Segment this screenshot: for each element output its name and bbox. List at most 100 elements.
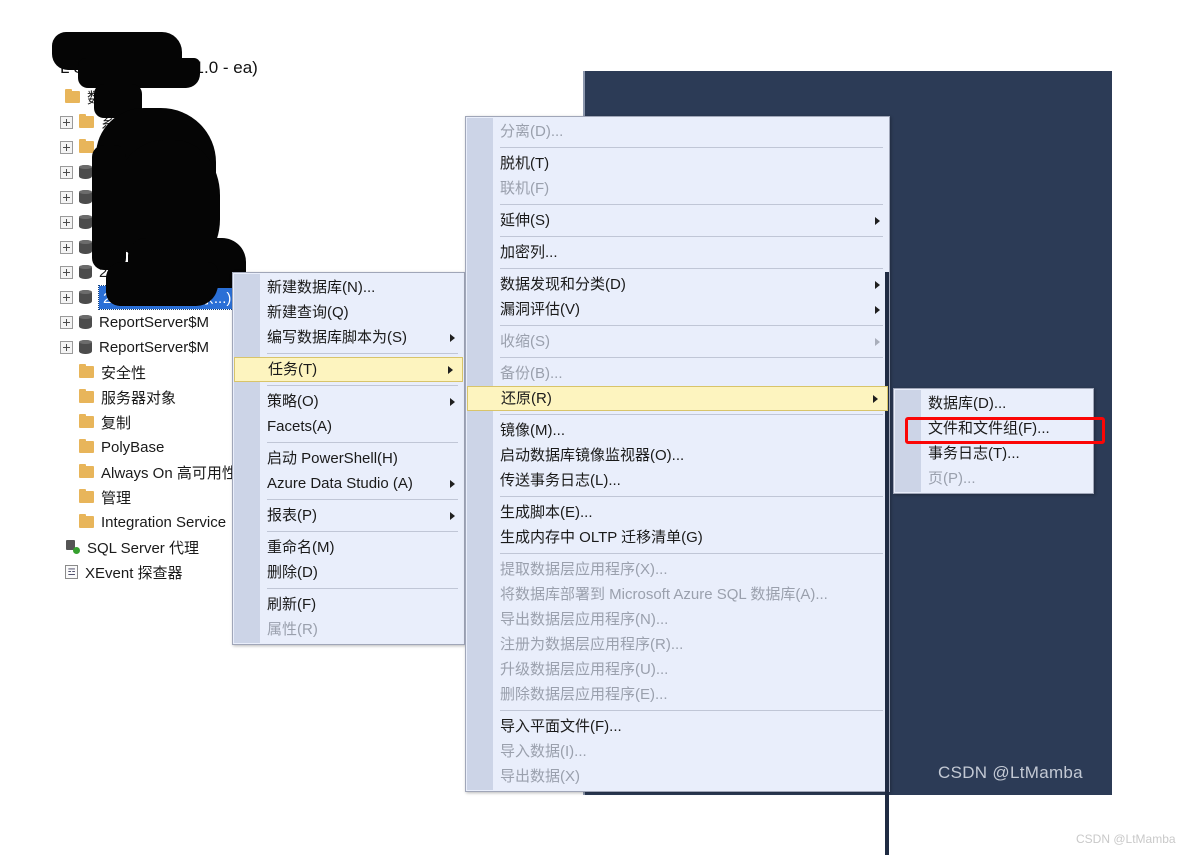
folder-icon bbox=[79, 439, 94, 453]
submenu-arrow-icon bbox=[450, 397, 455, 406]
tree-node[interactable]: Always On 高可用性 bbox=[60, 460, 237, 484]
database-icon bbox=[79, 340, 92, 354]
expand-plus-icon[interactable] bbox=[60, 215, 73, 229]
menu-tasks-item[interactable]: 导入平面文件(F)... bbox=[466, 714, 889, 739]
menu-database-item[interactable]: 新建查询(Q) bbox=[233, 300, 464, 325]
menu-database-item[interactable]: 删除(D) bbox=[233, 560, 464, 585]
database-icon bbox=[79, 240, 92, 254]
menu-item-label: 任务(T) bbox=[268, 361, 318, 378]
menu-item-label: Facets(A) bbox=[267, 418, 333, 435]
menu-database-item[interactable]: 编写数据库脚本为(S) bbox=[233, 325, 464, 350]
tree-node[interactable]: 复制 bbox=[60, 410, 131, 434]
menu-item-label: 新建查询(Q) bbox=[267, 304, 349, 321]
menu-separator bbox=[500, 553, 883, 554]
menu-database-item[interactable]: 重命名(M) bbox=[233, 535, 464, 560]
menu-database-item[interactable]: 报表(P) bbox=[233, 503, 464, 528]
redaction-blob bbox=[92, 145, 126, 270]
database-icon bbox=[79, 315, 92, 329]
expand-plus-icon[interactable] bbox=[60, 265, 73, 279]
expand-plus-icon[interactable] bbox=[60, 315, 73, 329]
menu-database-item[interactable]: 启动 PowerShell(H) bbox=[233, 446, 464, 471]
expand-plus-icon[interactable] bbox=[60, 165, 73, 179]
tree-node[interactable]: ReportServer$M bbox=[60, 335, 209, 359]
submenu-arrow-icon bbox=[875, 305, 880, 314]
tree-node[interactable]: ☲ XEvent 探查器 bbox=[46, 560, 183, 584]
menu-item-label: 页(P)... bbox=[928, 470, 976, 487]
menu-items: 新建数据库(N)... 新建查询(Q) 编写数据库脚本为(S) 任务(T) 策略(O) F… bbox=[233, 275, 464, 642]
expand-plus-icon[interactable] bbox=[60, 115, 73, 129]
menu-item-label: 将数据库部署到 Microsoft Azure SQL 数据库(A)... bbox=[500, 586, 828, 603]
menu-tasks-item[interactable]: 启动数据库镜像监视器(O)... bbox=[466, 443, 889, 468]
menu-tasks-item[interactable]: 数据发现和分类(D) bbox=[466, 272, 889, 297]
menu-separator bbox=[500, 710, 883, 711]
tree-node-label: ReportServer$M bbox=[99, 338, 210, 356]
tree-node[interactable]: PolyBase bbox=[60, 435, 164, 459]
database-icon bbox=[79, 215, 92, 229]
menu-separator bbox=[267, 588, 458, 589]
context-menu-database[interactable]: 新建数据库(N)... 新建查询(Q) 编写数据库脚本为(S) 任务(T) 策略(O) F… bbox=[232, 272, 465, 645]
expand-plus-icon[interactable] bbox=[60, 140, 73, 154]
menu-database-item: 属性(R) bbox=[233, 617, 464, 642]
tree-node[interactable]: 安全性 bbox=[60, 360, 146, 384]
menu-database-item[interactable]: 刷新(F) bbox=[233, 592, 464, 617]
watermark-main: CSDN @LtMamba bbox=[938, 763, 1083, 782]
menu-tasks-item[interactable]: 传送事务日志(L)... bbox=[466, 468, 889, 493]
folder-icon bbox=[79, 464, 94, 478]
menu-item-label: 删除数据层应用程序(E)... bbox=[500, 686, 668, 703]
menu-tasks-item[interactable]: 漏洞评估(V) bbox=[466, 297, 889, 322]
context-menu-tasks[interactable]: 分离(D)... 脱机(T) 联机(F) 延伸(S) 加密列... 数据发现和分类(D) 漏… bbox=[465, 116, 890, 855]
tree-node[interactable]: 服务器对象 bbox=[60, 385, 176, 409]
menu-restore-item[interactable]: 数据库(D)... bbox=[894, 391, 1093, 416]
expander-placeholder bbox=[46, 566, 59, 579]
menu-restore-item[interactable]: 事务日志(T)... bbox=[894, 441, 1093, 466]
submenu-arrow-icon bbox=[450, 511, 455, 520]
folder-icon bbox=[79, 364, 94, 378]
database-icon bbox=[79, 265, 92, 279]
menu-database-item[interactable]: Facets(A) bbox=[233, 414, 464, 439]
menu-separator bbox=[267, 531, 458, 532]
database-icon bbox=[79, 190, 92, 204]
menu-tasks-item[interactable]: 生成脚本(E)... bbox=[466, 500, 889, 525]
expand-plus-icon[interactable] bbox=[60, 290, 73, 304]
menu-tasks-item[interactable]: 加密列... bbox=[466, 240, 889, 265]
menu-item-label: 备份(B)... bbox=[500, 365, 563, 382]
menu-item-label: 导出数据层应用程序(N)... bbox=[500, 611, 669, 628]
menu-item-label: 策略(O) bbox=[267, 393, 319, 410]
menu-item-label: 加密列... bbox=[500, 244, 558, 261]
menu-tasks-item[interactable]: 镜像(M)... bbox=[466, 418, 889, 443]
menu-item-label: 漏洞评估(V) bbox=[500, 301, 580, 318]
menu-item-label: 重命名(M) bbox=[267, 539, 335, 556]
tree-node-label: XEvent 探查器 bbox=[85, 564, 183, 582]
menu-tasks-item[interactable]: 脱机(T) bbox=[466, 151, 889, 176]
menu-separator bbox=[500, 204, 883, 205]
expand-plus-icon[interactable] bbox=[60, 340, 73, 354]
menu-item-label: 分离(D)... bbox=[500, 123, 564, 140]
menu-tasks-item[interactable]: 还原(R) bbox=[467, 386, 888, 411]
menu-item-label: 事务日志(T)... bbox=[928, 445, 1020, 462]
expand-plus-icon[interactable] bbox=[60, 240, 73, 254]
expander-placeholder bbox=[46, 541, 59, 554]
folder-icon bbox=[79, 414, 94, 428]
menu-separator bbox=[500, 325, 883, 326]
menu-tasks-item[interactable]: 延伸(S) bbox=[466, 208, 889, 233]
menu-database-item[interactable]: 任务(T) bbox=[234, 357, 463, 382]
tree-node[interactable]: 管理 bbox=[60, 485, 131, 509]
menu-tasks-item: 注册为数据层应用程序(R)... bbox=[466, 632, 889, 657]
tree-node[interactable]: SQL Server 代理 bbox=[46, 535, 199, 559]
tree-node[interactable]: Integration Service bbox=[60, 510, 226, 534]
menu-database-item[interactable]: 新建数据库(N)... bbox=[233, 275, 464, 300]
tree-node-label: PolyBase bbox=[101, 438, 165, 456]
expander-placeholder bbox=[60, 391, 73, 404]
menu-tasks-item[interactable]: 生成内存中 OLTP 迁移清单(G) bbox=[466, 525, 889, 550]
menu-item-label: 新建数据库(N)... bbox=[267, 279, 376, 296]
expander-placeholder bbox=[60, 516, 73, 529]
menu-tasks-item: 导出数据(X) bbox=[466, 764, 889, 789]
menu-tasks-item: 联机(F) bbox=[466, 176, 889, 201]
expand-plus-icon[interactable] bbox=[60, 190, 73, 204]
menu-database-item[interactable]: Azure Data Studio (A) bbox=[233, 471, 464, 496]
expander-placeholder bbox=[60, 416, 73, 429]
tree-node[interactable]: ReportServer$M bbox=[60, 310, 209, 334]
menu-item-label: 生成内存中 OLTP 迁移清单(G) bbox=[500, 529, 703, 546]
redaction-blob bbox=[78, 58, 200, 88]
menu-database-item[interactable]: 策略(O) bbox=[233, 389, 464, 414]
